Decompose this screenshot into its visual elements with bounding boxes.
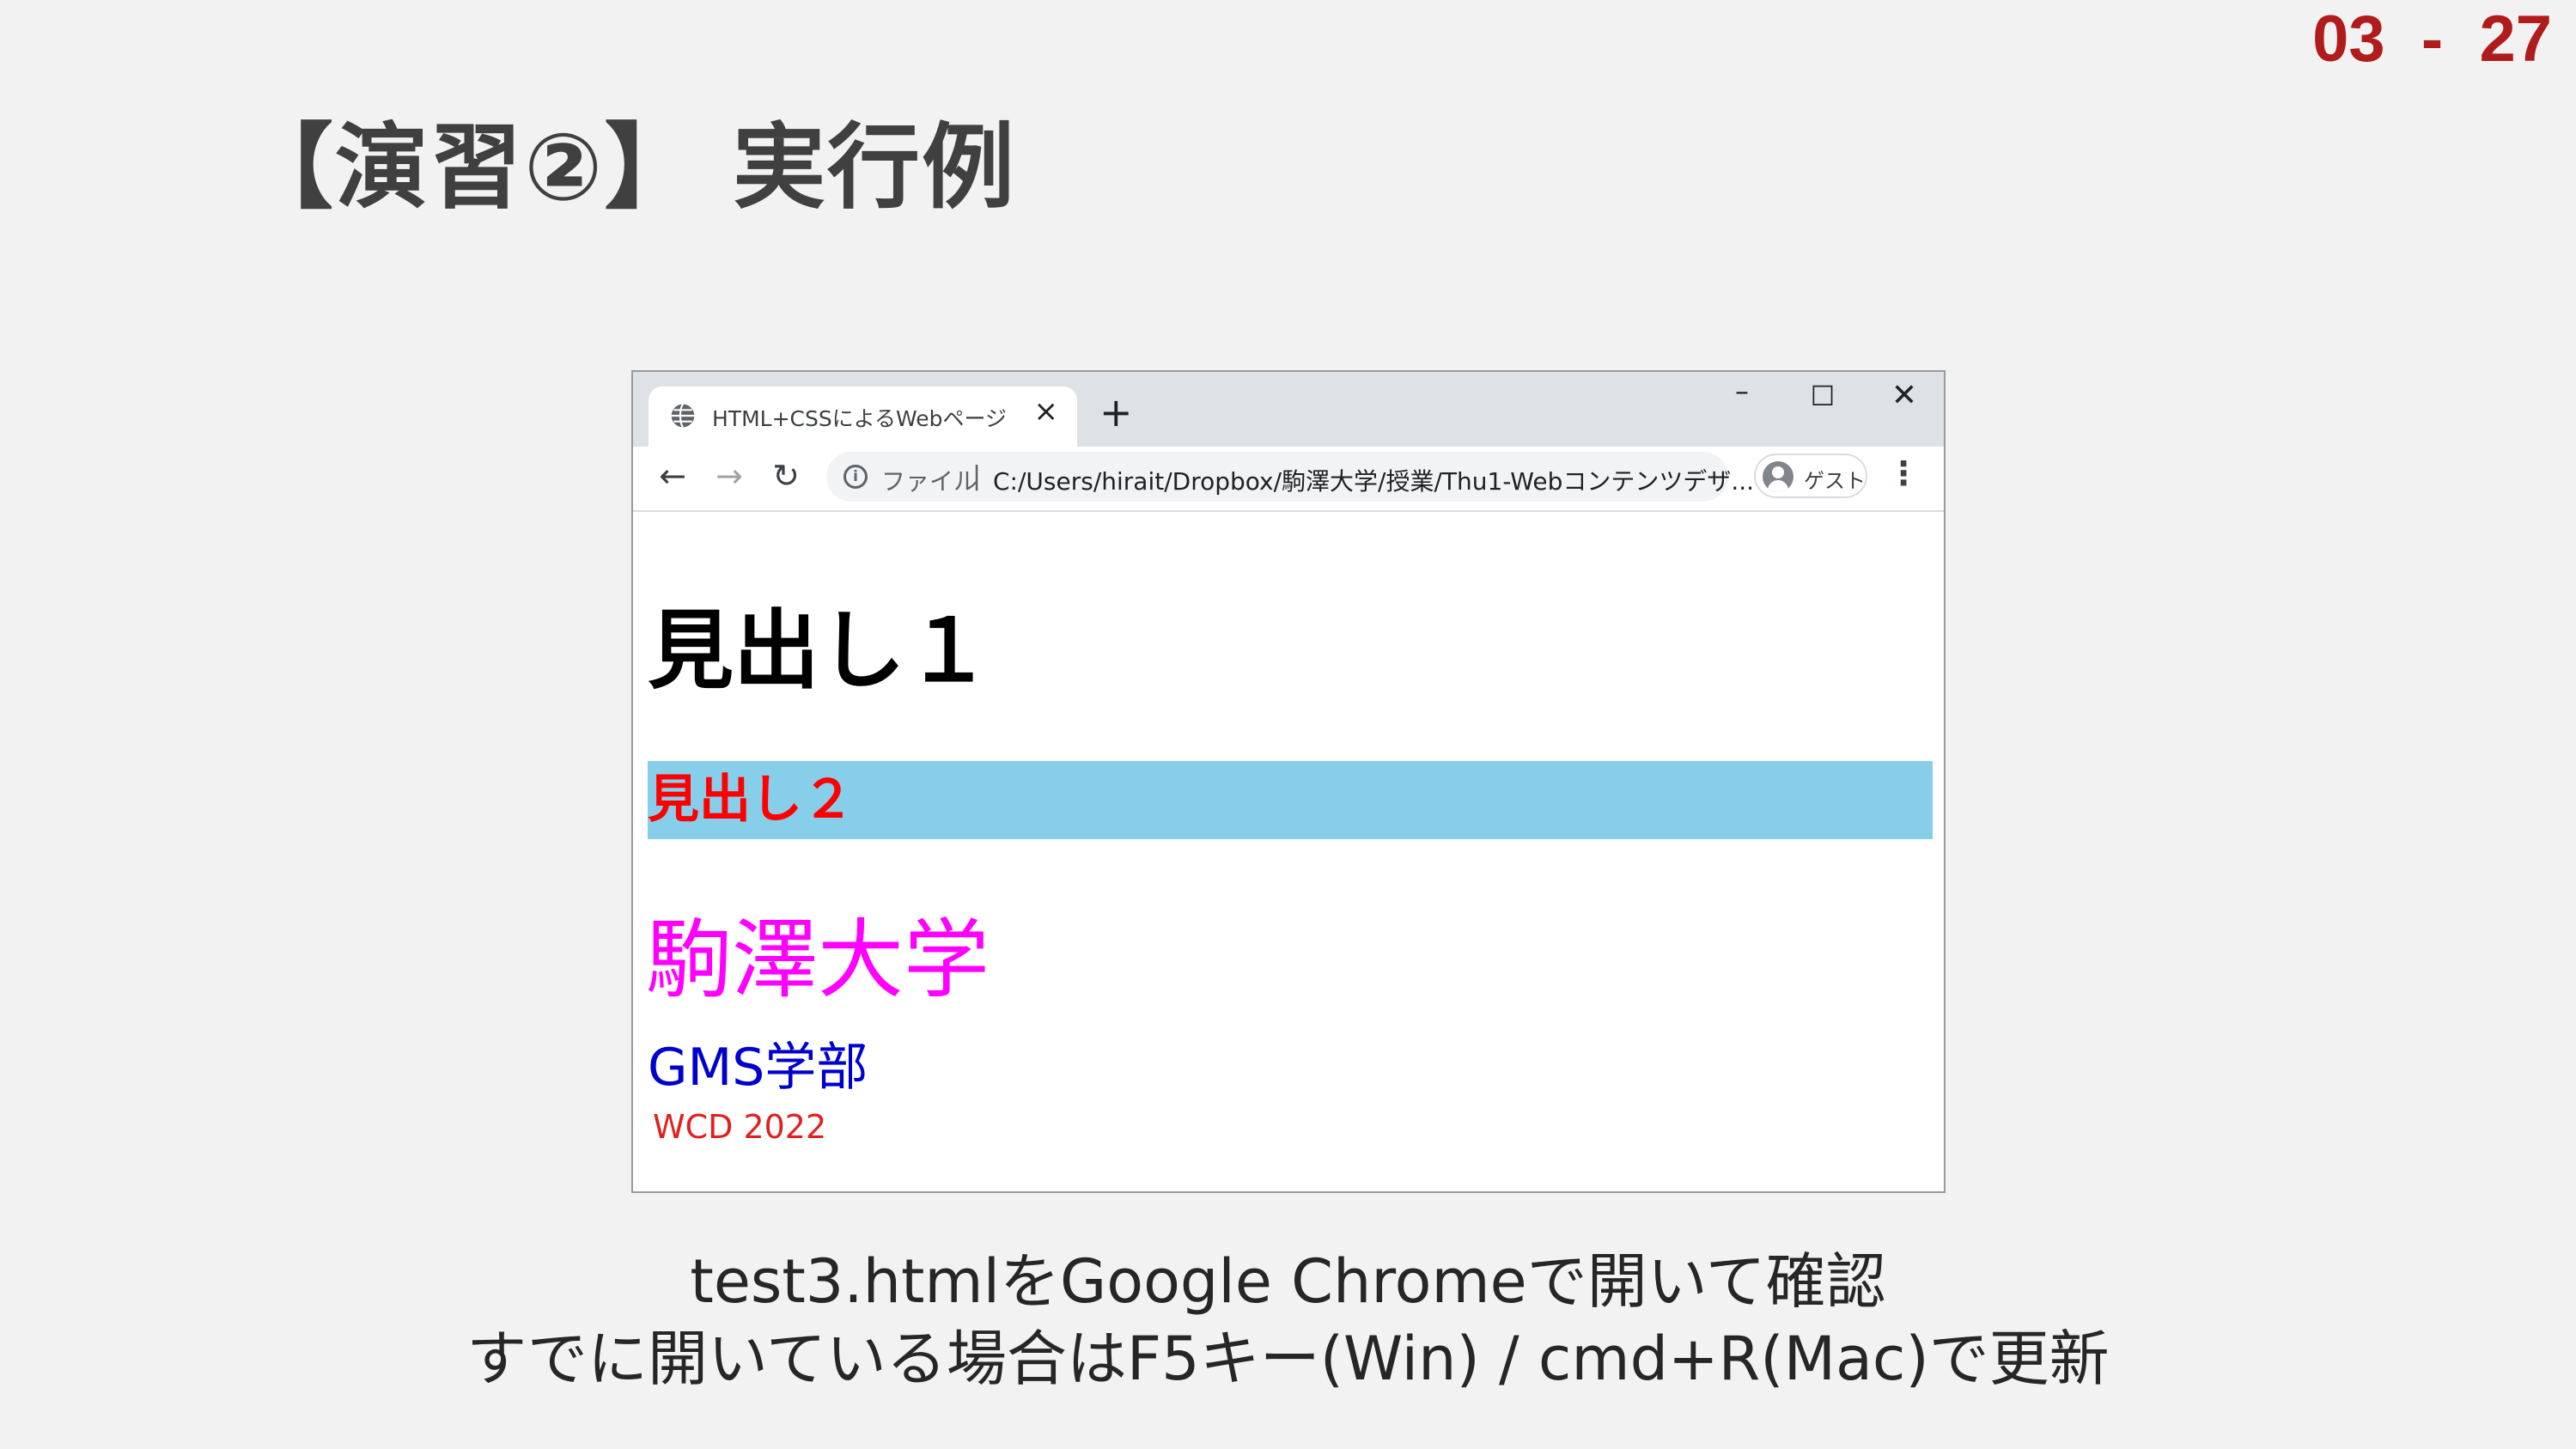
- heading-2: 見出し２: [648, 761, 1933, 839]
- page-content: 見出し１ 見出し２ 駒澤大学 GMS学部 WCD 2022: [633, 512, 1944, 1191]
- slide-title: 【演習②】 実行例: [241, 114, 1017, 222]
- globe-icon: [671, 404, 695, 428]
- department-text: GMS学部: [648, 1038, 868, 1098]
- profile-button[interactable]: ゲスト: [1754, 454, 1867, 498]
- avatar-icon: [1763, 461, 1793, 492]
- heading-1: 見出し１: [648, 600, 991, 701]
- tab-title: HTML+CSSによるWebページ: [712, 406, 1007, 431]
- caption-line-1: test3.htmlをGoogle Chromeで開いて確認: [690, 1246, 1886, 1317]
- scheme-separator: |: [972, 461, 982, 491]
- course-text: WCD 2022: [653, 1108, 827, 1146]
- info-icon[interactable]: i: [843, 465, 868, 489]
- maximize-button[interactable]: ☐: [1806, 382, 1840, 410]
- address-url[interactable]: C:/Users/hirait/Dropbox/駒澤大学/授業/Thu1-Web…: [993, 463, 1754, 497]
- new-tab-button[interactable]: +: [1099, 393, 1133, 432]
- caption-line-2: すでに開いている場合はF5キー(Win) / cmd+R(Mac)で更新: [466, 1324, 2110, 1394]
- forward-button[interactable]: →: [707, 454, 752, 498]
- close-window-button[interactable]: ✕: [1887, 381, 1921, 411]
- scheme-label: ファイル: [881, 467, 978, 496]
- tab-close-icon[interactable]: ×: [1034, 397, 1059, 426]
- tab-bar: HTML+CSSによるWebページ × + – ☐ ✕: [633, 372, 1944, 447]
- minimize-button[interactable]: –: [1725, 377, 1759, 405]
- browser-tab[interactable]: HTML+CSSによるWebページ ×: [649, 387, 1077, 447]
- browser-window: HTML+CSSによるWebページ × + – ☐ ✕ ← → ↻ i ファイル…: [631, 370, 1946, 1193]
- page-number: 03 - 27: [2312, 3, 2552, 76]
- menu-button[interactable]: ⋮: [1887, 457, 1920, 490]
- back-button[interactable]: ←: [650, 454, 695, 498]
- browser-toolbar: ← → ↻ i ファイル | C:/Users/hirait/Dropbox/駒…: [633, 447, 1944, 512]
- university-text: 駒澤大学: [646, 910, 990, 1010]
- address-bar[interactable]: i ファイル | C:/Users/hirait/Dropbox/駒澤大学/授業…: [826, 452, 1754, 502]
- reload-button[interactable]: ↻: [764, 454, 808, 498]
- profile-label: ゲスト: [1804, 469, 1866, 493]
